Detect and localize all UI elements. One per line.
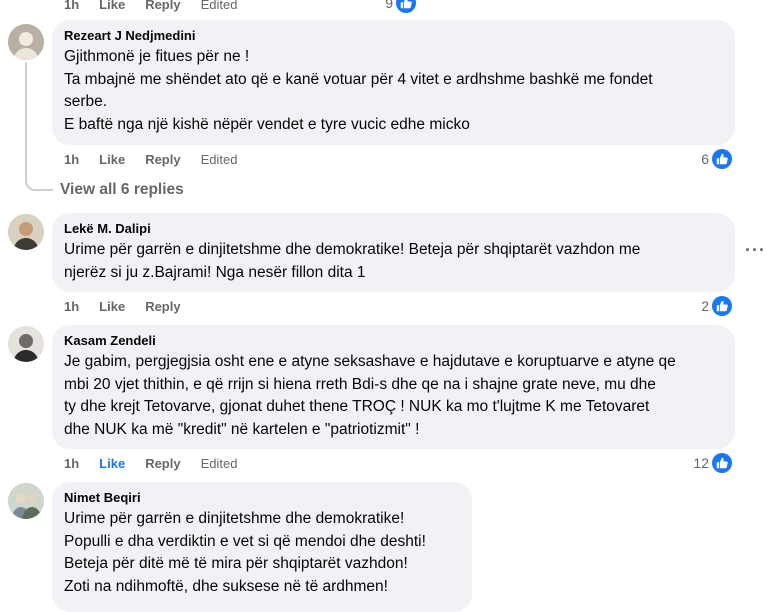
comment-text-line: Urime për garrën e dinjitetshme dhe demo… <box>64 510 405 527</box>
comment-actions-top: 1h Like Reply Edited <box>64 0 257 14</box>
comment-bubble: Lekë M. Dalipi Urime për garrën e dinjit… <box>52 213 735 292</box>
avatar[interactable] <box>8 326 44 362</box>
reaction-number: 9 <box>385 0 393 11</box>
comment-text-line: Beteja për ditë më të mira për shqiptarë… <box>64 555 408 572</box>
thread-connector <box>25 62 53 191</box>
avatar[interactable] <box>8 483 44 519</box>
edited-label[interactable]: Edited <box>201 456 238 471</box>
comment-actions: 1h Like Reply Edited <box>64 453 257 473</box>
comment-bubble: Nimet Beqiri Urime për garrën e dinjitet… <box>52 482 472 612</box>
comment-time[interactable]: 1h <box>64 152 79 167</box>
comment-text-line: mbi 20 vjet thithin, e që rrijn si hiena… <box>64 375 656 393</box>
like-icon <box>396 0 416 13</box>
reply-button[interactable]: Reply <box>145 0 180 12</box>
reaction-count[interactable]: 12 <box>670 452 732 474</box>
comment-author[interactable]: Lekë M. Dalipi <box>64 221 723 237</box>
comment-bubble: Kasam Zendeli Je gabim, pergjegjsia osht… <box>52 325 735 449</box>
comment-text-line: Je gabim, pergjegjsia osht ene e atyne s… <box>64 353 676 370</box>
comment-time[interactable]: 1h <box>64 299 79 314</box>
comment-text-line: Populli e dha verdiktin e vet si që mend… <box>64 532 426 550</box>
reply-button[interactable]: Reply <box>145 299 180 314</box>
like-icon <box>712 296 732 316</box>
reaction-count[interactable]: 6 <box>680 148 732 170</box>
comment-time[interactable]: 1h <box>64 0 79 12</box>
comment-bubble: Rezeart J Nedjmedini Gjithmonë je fitues… <box>52 20 735 145</box>
edited-label[interactable]: Edited <box>201 0 238 12</box>
comment-time[interactable]: 1h <box>64 456 79 471</box>
comment-text-line: Ta mbajnë me shëndet ato që e kanë votua… <box>64 70 653 88</box>
comment-text-line: dhe NUK ka më "kredit" në kartelen e "pa… <box>64 420 420 438</box>
like-button[interactable]: Like <box>99 299 125 314</box>
avatar[interactable] <box>8 24 44 60</box>
reaction-count[interactable]: 9 <box>360 0 416 14</box>
reaction-number: 2 <box>701 298 709 314</box>
like-icon <box>712 149 732 169</box>
like-icon <box>712 453 732 473</box>
like-button[interactable]: Like <box>99 152 125 167</box>
comment-text-line: E baftë nga një kishë nëpër vendet e tyr… <box>64 115 470 133</box>
reaction-number: 6 <box>701 151 709 167</box>
comment-actions: 1h Like Reply <box>64 296 201 316</box>
reaction-count[interactable]: 2 <box>680 295 732 317</box>
comment-author[interactable]: Kasam Zendeli <box>64 333 723 349</box>
comment-author[interactable]: Nimet Beqiri <box>64 490 460 506</box>
comment-text-line: Urime për garrën e dinjitetshme dhe demo… <box>64 241 641 258</box>
comment-author[interactable]: Rezeart J Nedjmedini <box>64 28 723 44</box>
comment-text-line: Gjithmonë je fitues për ne ! <box>64 48 250 65</box>
reply-button[interactable]: Reply <box>145 456 180 471</box>
comment-text-line: Zoti na ndihmoftë, dhe suksese në të ard… <box>64 577 388 595</box>
view-replies-link[interactable]: View all 6 replies <box>60 180 184 200</box>
like-button[interactable]: Like <box>99 456 125 471</box>
comment-actions: 1h Like Reply Edited <box>64 149 257 169</box>
reply-button[interactable]: Reply <box>145 152 180 167</box>
comment-text-line: serbe. <box>64 93 108 110</box>
comment-text-line: ty dhe krejt Tetovarve, gjonat duhet the… <box>64 398 650 415</box>
comment-text-line: njerëz si ju z.Bajrami! Nga nesër fillon… <box>64 263 366 281</box>
reaction-number: 12 <box>693 455 709 471</box>
like-button[interactable]: Like <box>99 0 125 12</box>
avatar[interactable] <box>8 214 44 250</box>
more-options-button[interactable]: ··· <box>745 240 766 261</box>
edited-label[interactable]: Edited <box>201 152 238 167</box>
